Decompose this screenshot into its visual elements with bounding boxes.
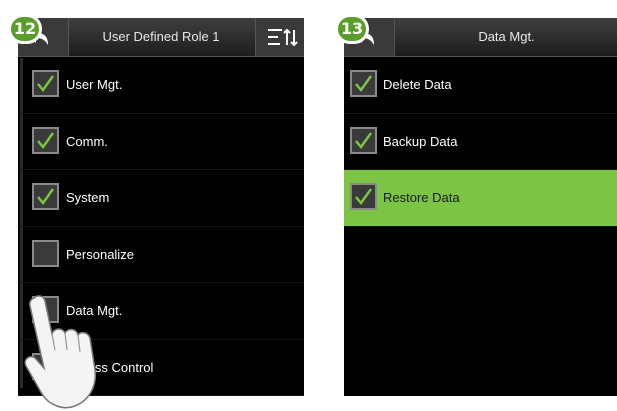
- item-label: Personalize: [66, 246, 134, 262]
- item-label: Restore Data: [383, 190, 460, 205]
- screen-title: Data Mgt.: [478, 29, 535, 44]
- list-item-system[interactable]: System: [18, 170, 304, 227]
- item-label: User Mgt.: [66, 77, 123, 92]
- item-label: Comm.: [66, 133, 108, 149]
- sort-button[interactable]: [255, 18, 304, 56]
- check-icon: [355, 188, 373, 206]
- check-icon: [37, 75, 55, 93]
- item-label: Delete Data: [383, 77, 452, 92]
- checkbox-checked[interactable]: [32, 70, 59, 97]
- data-mgt-screen: Data Mgt. Delete Data Backup Data Restor…: [344, 18, 617, 396]
- checkbox-checked[interactable]: [32, 183, 59, 210]
- step-badge-13: 13: [335, 14, 369, 44]
- list-item-backup-data[interactable]: Backup Data: [344, 114, 617, 170]
- title-bar: User Defined Role 1: [18, 18, 304, 57]
- data-mgt-list: Delete Data Backup Data Restore Data: [344, 57, 617, 227]
- list-item-personalize[interactable]: Personalize: [18, 227, 304, 283]
- checkbox-unchecked[interactable]: [32, 239, 59, 267]
- item-label: System: [66, 190, 110, 205]
- sort-icon: [268, 28, 298, 47]
- screen-title: User Defined Role 1: [102, 29, 220, 44]
- list-item-restore-data[interactable]: Restore Data: [344, 170, 617, 227]
- checkbox-checked[interactable]: [350, 70, 377, 97]
- step-badge-12: 12: [8, 14, 42, 44]
- pointing-hand-icon: [24, 295, 97, 409]
- list-item-comm[interactable]: Comm.: [18, 114, 304, 170]
- title-bar: Data Mgt.: [344, 18, 617, 57]
- item-label: Backup Data: [383, 133, 458, 149]
- check-icon: [355, 131, 373, 149]
- check-icon: [355, 75, 373, 93]
- list-item-delete-data[interactable]: Delete Data: [344, 57, 617, 114]
- check-icon: [37, 188, 55, 206]
- list-item-user-mgt[interactable]: User Mgt.: [18, 57, 304, 114]
- checkbox-checked[interactable]: [350, 183, 377, 210]
- checkbox-checked[interactable]: [32, 126, 59, 154]
- check-icon: [37, 131, 55, 149]
- checkbox-checked[interactable]: [350, 126, 377, 154]
